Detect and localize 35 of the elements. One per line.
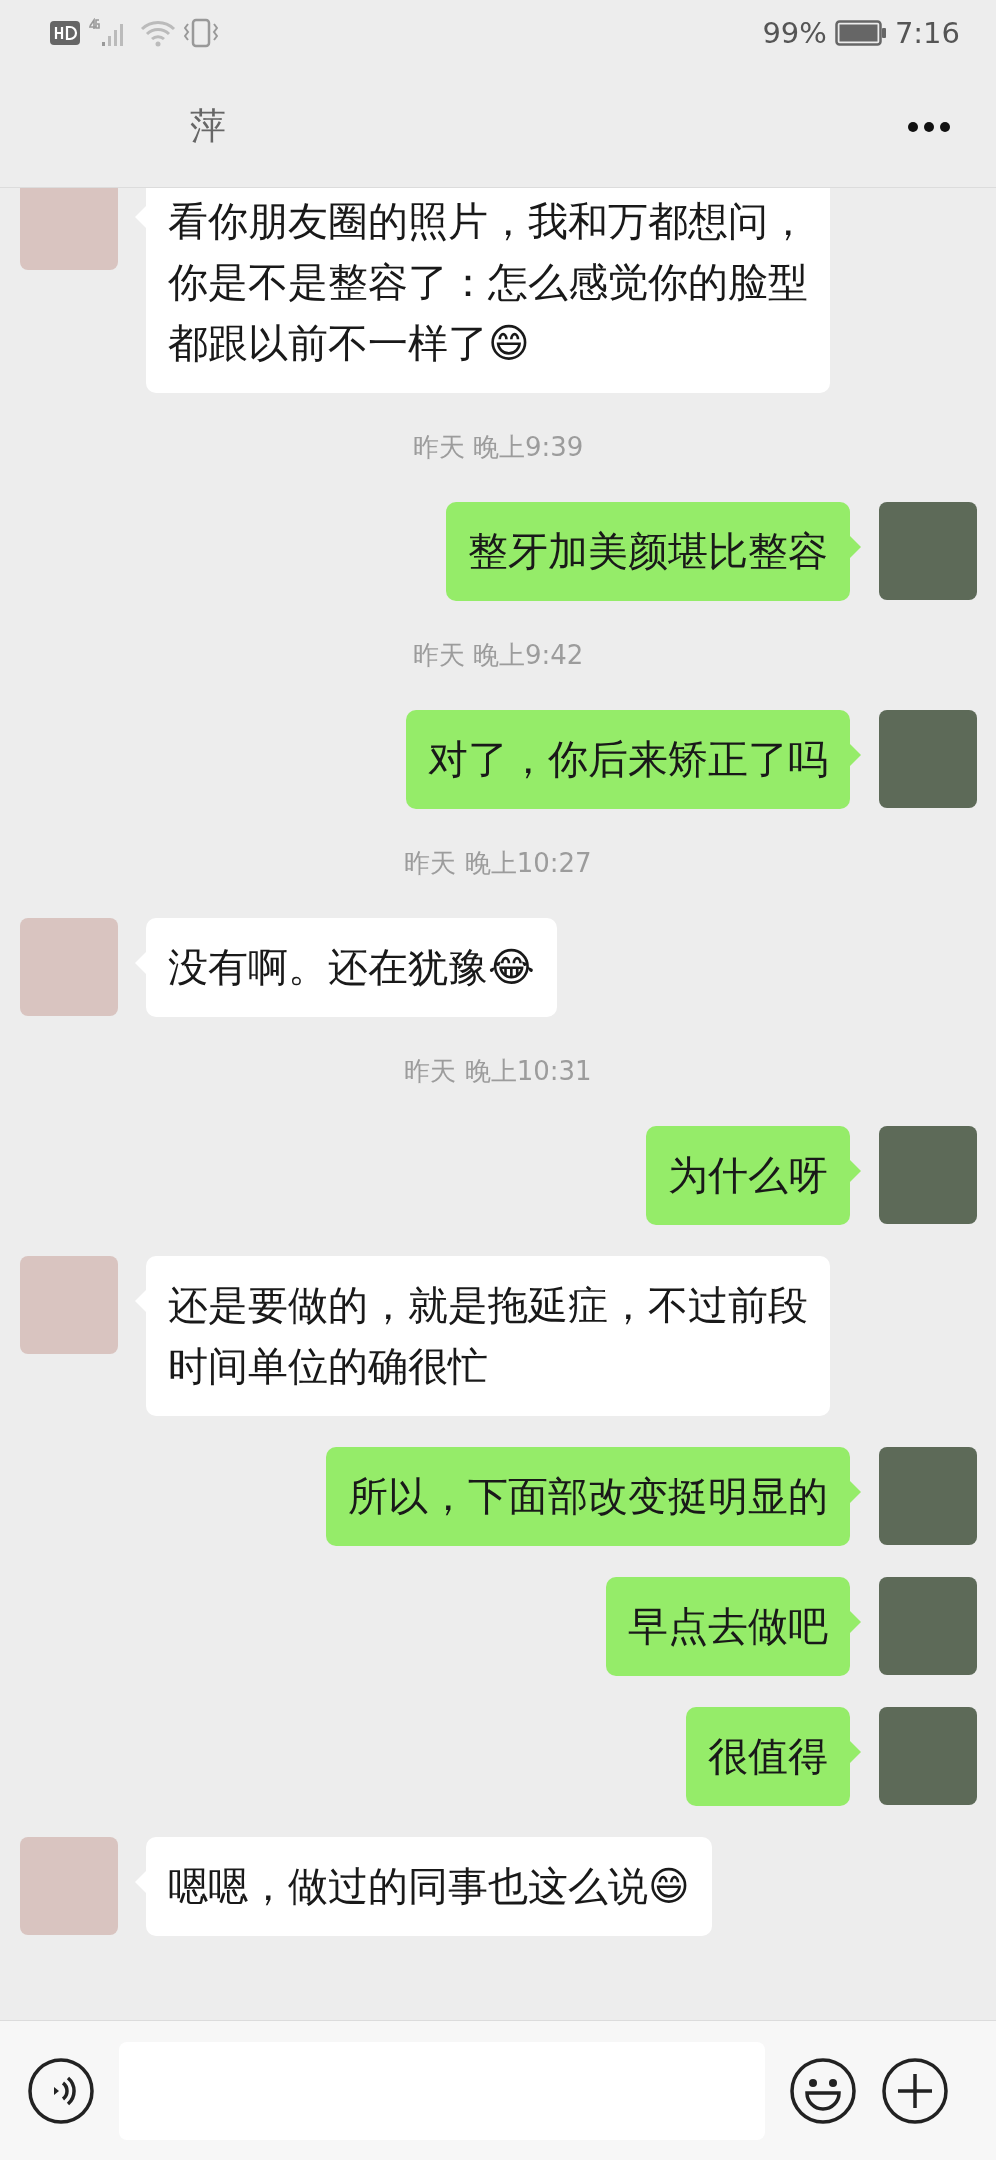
message-text: 看你朋友圈的照片，我和万都想问，你是不是整容了：怎么感觉你的脸型都跟以前不一样了😄: [168, 198, 808, 366]
emoji-icon[interactable]: [789, 2056, 857, 2125]
timestamp: 昨天 晚上9:39: [411, 431, 585, 464]
battery-percent: 99%: [762, 16, 827, 50]
message-text: 整牙加美颜堪比整容: [468, 528, 828, 574]
avatar-placeholder[interactable]: [20, 1837, 118, 1935]
avatar-placeholder[interactable]: [879, 1447, 977, 1545]
hd-icon: [50, 21, 80, 45]
message-text: 早点去做吧: [628, 1603, 828, 1649]
plus-icon[interactable]: [881, 2056, 949, 2125]
timestamp: 昨天 晚上10:27: [403, 847, 593, 880]
vibrate-icon: [184, 18, 218, 48]
message-text: 为什么呀: [668, 1152, 828, 1198]
avatar-placeholder[interactable]: [879, 1577, 977, 1675]
message-text: 所以，下面部改变挺明显的: [348, 1473, 828, 1519]
avatar-placeholder[interactable]: [20, 1256, 118, 1354]
avatar-placeholder[interactable]: [879, 1707, 977, 1805]
message-text: 对了，你后来矫正了吗: [428, 736, 828, 782]
message-text: 嗯嗯，做过的同事也这么说😄: [168, 1863, 690, 1909]
message-text: 很值得: [708, 1733, 828, 1779]
battery-icon: [834, 20, 887, 46]
timestamp: 昨天 晚上9:42: [411, 639, 585, 672]
wifi-icon: [140, 19, 176, 47]
clock-time: 7:16: [894, 16, 960, 50]
avatar-placeholder[interactable]: [879, 502, 977, 600]
avatar-placeholder[interactable]: [20, 918, 118, 1016]
chat-title: 萍: [190, 104, 226, 148]
more-icon[interactable]: [907, 120, 951, 133]
avatar-placeholder[interactable]: [879, 1126, 977, 1224]
avatar-placeholder[interactable]: [879, 710, 977, 808]
message-text: 还是要做的，就是拖延症，不过前段时间单位的确很忙: [168, 1282, 808, 1389]
timestamp: 昨天 晚上10:31: [403, 1055, 593, 1088]
avatar-placeholder[interactable]: [20, 188, 118, 270]
message-text: 没有啊。还在犹豫😂: [168, 944, 535, 990]
voice-icon[interactable]: [27, 2056, 95, 2125]
